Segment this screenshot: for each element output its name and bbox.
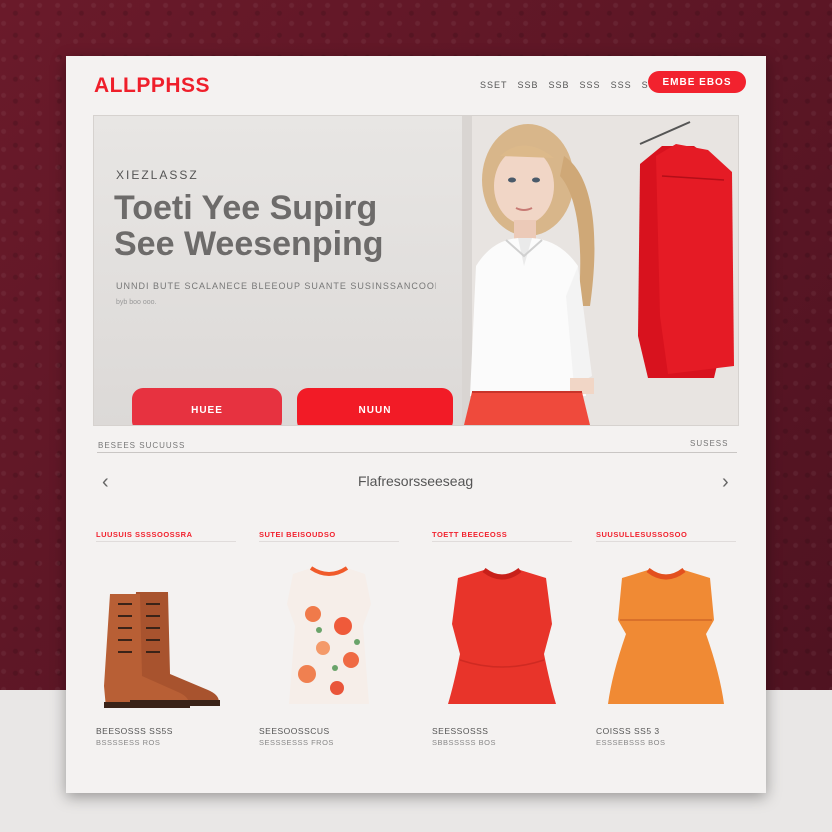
hero-text-panel: [94, 116, 464, 425]
product-label-divider: [596, 541, 736, 542]
nav-link-4[interactable]: SSS: [580, 80, 601, 90]
web-page-card: ALLPPHSS SSET SSB SSB SSS SSS SSS EMBE E…: [66, 56, 766, 793]
product-price: ESSSEBSSS BOS: [596, 738, 666, 747]
section-divider: [97, 452, 737, 453]
product-image-boots[interactable]: [96, 564, 236, 709]
product-card[interactable]: TOETT BEECEOSS SEESSOSSS SBBSSSSS BOS: [432, 530, 572, 750]
product-image-floral-top[interactable]: [259, 564, 399, 709]
product-label: LUUSUIS SSSSOOSSRA: [96, 530, 193, 539]
product-image-red-top[interactable]: [432, 564, 572, 709]
hero-headline-line-1: Toeti Yee Supirg: [114, 189, 378, 227]
carousel-next-arrow-icon[interactable]: ›: [722, 471, 729, 494]
product-name: SEESOOSSCUS: [259, 726, 330, 736]
hero-image: [462, 116, 738, 425]
product-label: SUUSULLESUSSOSOO: [596, 530, 688, 539]
product-label: SUTEI BEISOUDSO: [259, 530, 336, 539]
hero-primary-button[interactable]: HUEE: [132, 388, 282, 425]
nav-link-1[interactable]: SSET: [480, 80, 508, 90]
nav-links: SSET SSB SSB SSS SSS SSS: [480, 80, 663, 90]
hero-headline-line-2: See Weesenping: [114, 225, 384, 263]
top-navigation-bar: ALLPPHSS SSET SSB SSB SSS SSS SSS EMBE E…: [66, 56, 766, 114]
section-label-right[interactable]: SUSESS: [690, 439, 728, 448]
hero-fine-print: byb boo ooo.: [116, 299, 157, 306]
product-label: TOETT BEECEOSS: [432, 530, 508, 539]
carousel-prev-arrow-icon[interactable]: ‹: [102, 471, 109, 494]
product-label-divider: [259, 541, 399, 542]
product-price: SESSSESSS FROS: [259, 738, 334, 747]
product-price: SBBSSSSS BOS: [432, 738, 496, 747]
product-card[interactable]: SUTEI BEISOUDSO SEESOOSSCUS SESSSESSS FR…: [259, 530, 399, 750]
product-name: SEESSOSSS: [432, 726, 489, 736]
category-title: Flafresorsseeseag: [358, 473, 474, 489]
nav-link-3[interactable]: SSB: [549, 80, 570, 90]
product-name: COISSS SS5 3: [596, 726, 660, 736]
nav-link-5[interactable]: SSS: [611, 80, 632, 90]
brand-logo[interactable]: ALLPPHSS: [94, 74, 210, 98]
section-label-left: BESEES SUCUUSS: [98, 441, 186, 450]
product-image-orange-top[interactable]: [596, 564, 736, 709]
product-card[interactable]: LUUSUIS SSSSOOSSRA BEESOSSS SS5S BSSSSES…: [96, 530, 236, 750]
product-label-divider: [96, 541, 236, 542]
product-label-divider: [432, 541, 572, 542]
hero-headline: Toeti Yee Supirg See Weesenping: [114, 190, 454, 262]
header-cta-button[interactable]: EMBE EBOS: [648, 71, 746, 93]
model-and-clothes-illustration: [462, 116, 738, 425]
hero-banner: XIEZLASSZ Toeti Yee Supirg See Weesenpin…: [93, 115, 739, 426]
product-name: BEESOSSS SS5S: [96, 726, 173, 736]
hero-eyebrow: XIEZLASSZ: [116, 168, 199, 182]
product-price: BSSSSESS ROS: [96, 738, 161, 747]
hero-secondary-button[interactable]: NUUN: [297, 388, 453, 425]
nav-link-2[interactable]: SSB: [518, 80, 539, 90]
product-card[interactable]: SUUSULLESUSSOSOO COISSS SS5 3 ESSSEBSSS …: [596, 530, 736, 750]
hero-subline: UNNDI BUTE SCALANECE BLEEOUP SUANTE SUSI…: [116, 281, 436, 291]
